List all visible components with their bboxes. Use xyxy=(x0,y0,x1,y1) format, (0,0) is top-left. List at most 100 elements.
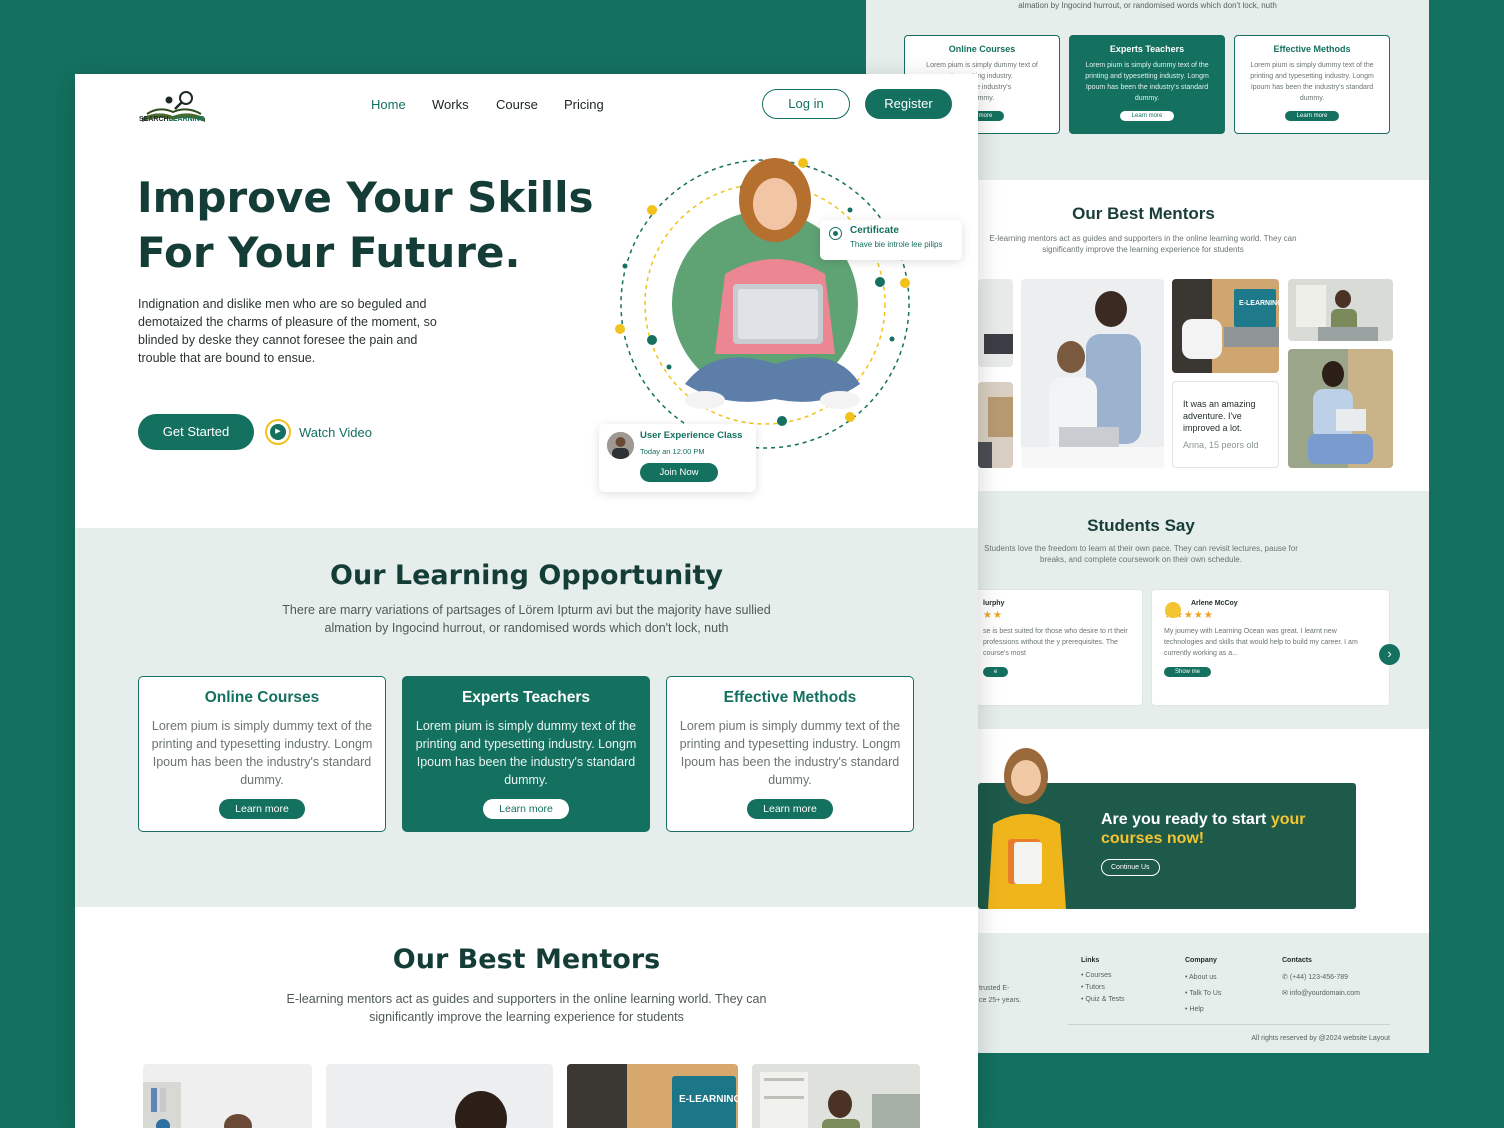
certificate-card: Certificate Thave bie introle lee pilips xyxy=(820,220,962,260)
mentors-title: Our Best Mentors xyxy=(392,944,661,975)
feature-card-experts-teachers[interactable]: Experts Teachers Lorem pium is simply du… xyxy=(402,676,650,832)
learn-more-button[interactable]: Learn more xyxy=(1119,111,1175,121)
continue-button[interactable]: Continue Us xyxy=(1101,859,1160,876)
review-card: lurphy ★★ se is best suited for those wh… xyxy=(970,589,1143,706)
copyright-text: All rights reserved by @2024 website Lay… xyxy=(1251,1035,1390,1042)
footer-email: info@yourdomain.com xyxy=(1289,990,1360,997)
feature-card-online-courses[interactable]: Online Courses Lorem pium is simply dumm… xyxy=(138,676,386,832)
nav-works[interactable]: Works xyxy=(432,97,469,112)
mentors-description: E-learning mentors act as guides and sup… xyxy=(286,992,767,1024)
mentor-photo xyxy=(1288,349,1393,468)
footer-about: trusted E-ce 25+ years. xyxy=(979,985,1022,1004)
students-desc: Students love the freedom to learn at th… xyxy=(984,544,1298,564)
hero-title: Improve Your Skills For Your Future. xyxy=(137,173,594,277)
quote-author: Anna, 15 peors old xyxy=(1183,440,1259,450)
class-time: Today an 12:00 PM xyxy=(640,447,705,456)
learn-more-button[interactable]: Learn more xyxy=(219,799,305,819)
mail-icon: ✉ xyxy=(1282,990,1290,997)
certificate-title: Certificate xyxy=(850,225,899,236)
learn-more-button[interactable]: Learn more xyxy=(1284,111,1340,121)
hero-description: Indignation and dislike men who are so b… xyxy=(138,297,437,365)
footer-link[interactable]: • About us xyxy=(1185,970,1221,986)
card-text: Lorem pium is simply dummy text of the p… xyxy=(415,719,637,787)
feature-card-methods-back[interactable]: Effective Methods Lorem pium is simply d… xyxy=(1234,35,1390,134)
footer-company-title: Company xyxy=(1185,957,1217,964)
footer-links-title: Links xyxy=(1081,957,1100,964)
footer-contacts-title: Contacts xyxy=(1282,957,1312,964)
footer-links: Links • Courses • Tutors • Quiz & Tests xyxy=(1081,955,1125,1006)
class-card: User Experience Class Today an 12:00 PM … xyxy=(599,424,756,492)
learning-description: There are marry variations of partsages … xyxy=(282,603,771,635)
mentor-photo-laptop: E-LEARNING xyxy=(567,1064,738,1128)
footer-link[interactable]: • Quiz & Tests xyxy=(1081,994,1125,1006)
svg-text:E-LEARNING: E-LEARNING xyxy=(1239,300,1279,307)
mentor-photo xyxy=(978,279,1013,367)
cta-student-photo xyxy=(978,744,1078,909)
rating-stars: ★★ xyxy=(983,610,1003,621)
footer-company: Company • About us • Talk To Us • Help xyxy=(1185,955,1221,1018)
certificate-subtitle: Thave bie introle lee pilips xyxy=(850,240,943,249)
next-arrow-icon[interactable]: › xyxy=(1379,644,1400,665)
mentor-photo xyxy=(143,1064,312,1128)
show-me-button[interactable]: Show me xyxy=(1164,667,1212,677)
mentors-title-back: Our Best Mentors xyxy=(1072,204,1215,223)
mentors-desc-back: E-learning mentors act as guides and sup… xyxy=(989,234,1297,254)
card-text: Lorem pium is simply dummy text of the p… xyxy=(679,719,901,787)
logo-text[interactable]: SEARCHLEARNING xyxy=(139,116,205,123)
card-text: Lorem pium is simply dummy text of the p… xyxy=(151,719,373,787)
mentor-photo xyxy=(752,1064,920,1128)
learning-desc-tail: almation by Ingocind hurrout, or randomi… xyxy=(1018,1,1277,10)
card-title: Experts Teachers xyxy=(461,689,591,706)
feature-card-effective-methods[interactable]: Effective Methods Lorem pium is simply d… xyxy=(666,676,914,832)
card-text: Lorem pium is simply dummy text of the p… xyxy=(1085,62,1209,102)
nav-pricing[interactable]: Pricing xyxy=(564,97,604,112)
certificate-check-icon xyxy=(829,227,842,240)
play-icon: ▶ xyxy=(265,419,291,445)
mentor-photo-laptop: E-LEARNING xyxy=(1172,279,1279,373)
mentor-photo xyxy=(978,382,1013,468)
mentor-photo-pair xyxy=(1021,279,1164,468)
testimonial-quote-card: It was an amazing adventure. I've improv… xyxy=(1172,381,1279,468)
avatar xyxy=(607,432,634,459)
avatar xyxy=(1165,602,1181,618)
learn-more-button[interactable]: Learn more xyxy=(483,799,569,819)
svg-text:E-LEARNING: E-LEARNING xyxy=(679,1094,738,1105)
hero-illustration xyxy=(615,158,910,449)
learn-more-button[interactable]: Learn more xyxy=(747,799,833,819)
footer-link[interactable]: • Tutors xyxy=(1081,982,1125,994)
footer-contacts: Contacts ✆ (+44) 123-456-789 ✉ info@your… xyxy=(1282,955,1360,1002)
nav-course[interactable]: Course xyxy=(496,97,538,112)
footer-link[interactable]: • Talk To Us xyxy=(1185,986,1221,1002)
nav-home[interactable]: Home xyxy=(371,97,406,112)
show-me-button[interactable]: e xyxy=(983,667,1009,677)
card-title: Online Courses xyxy=(948,44,1016,54)
join-now-button[interactable]: Join Now xyxy=(640,463,718,482)
review-card: Arlene McCoy ★★★★★ My journey with Learn… xyxy=(1151,589,1390,706)
feature-card-experts-back[interactable]: Experts Teachers Lorem pium is simply du… xyxy=(1069,35,1225,134)
review-text: My journey with Learning Ocean was great… xyxy=(1164,628,1358,657)
card-text: Lorem pium is simply dummy text of the p… xyxy=(1250,62,1374,102)
phone-icon: ✆ xyxy=(1282,974,1290,981)
students-title: Students Say xyxy=(1087,516,1195,535)
front-page: SEARCHLEARNING Home Works Course Pricing… xyxy=(75,74,978,1128)
footer-link[interactable]: • Courses xyxy=(1081,970,1125,982)
card-title: Experts Teachers xyxy=(1109,44,1185,54)
get-started-button[interactable]: Get Started xyxy=(138,414,254,450)
card-title: Effective Methods xyxy=(723,689,857,706)
learning-title: Our Learning Opportunity xyxy=(330,560,723,591)
reviewer-name: Arlene McCoy xyxy=(1191,600,1238,607)
footer-link[interactable]: • Help xyxy=(1185,1002,1221,1018)
review-text: se is best suited for those who desire t… xyxy=(983,628,1128,657)
watch-video-button[interactable]: ▶ Watch Video xyxy=(265,419,372,445)
quote-text: It was an amazing adventure. I've improv… xyxy=(1183,399,1256,433)
watch-video-label: Watch Video xyxy=(299,424,372,440)
card-title: Effective Methods xyxy=(1273,44,1351,54)
cta-heading: Are you ready to start your courses now! xyxy=(1101,811,1306,847)
register-button[interactable]: Register xyxy=(865,89,952,119)
class-title: User Experience Class xyxy=(640,430,743,441)
rating-stars: ★★★★★ xyxy=(1164,610,1214,621)
footer-divider xyxy=(1068,1024,1390,1025)
login-button[interactable]: Log in xyxy=(762,89,850,119)
mentor-photo xyxy=(1288,279,1393,341)
card-title: Online Courses xyxy=(204,689,320,706)
